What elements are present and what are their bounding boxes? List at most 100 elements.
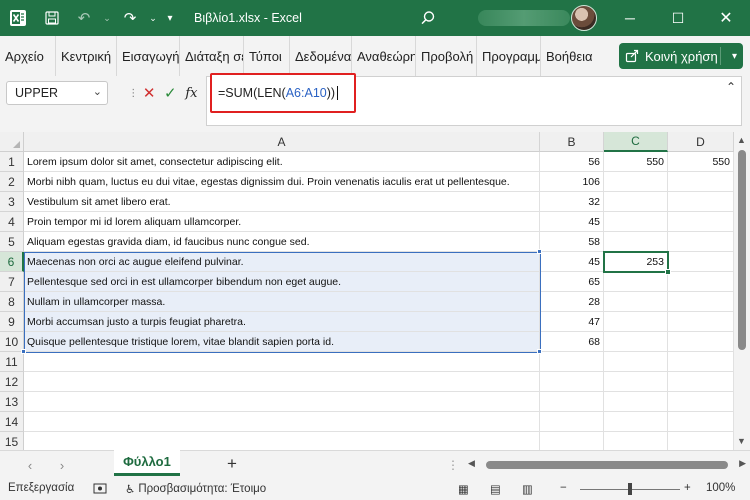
tab-insert[interactable]: Εισαγωγή: [117, 36, 180, 76]
formula-content[interactable]: =SUM(LEN(A6:A10)): [210, 73, 356, 113]
row-header[interactable]: 3: [0, 192, 24, 212]
zoom-level[interactable]: 100%: [706, 482, 735, 494]
row-header[interactable]: 11: [0, 352, 24, 372]
share-button[interactable]: Κοινή χρήση ▾: [619, 43, 743, 69]
page-break-view-icon[interactable]: ▥: [522, 482, 533, 496]
cell-b11[interactable]: [540, 352, 604, 372]
row-header[interactable]: 13: [0, 392, 24, 412]
row-header[interactable]: 9: [0, 312, 24, 332]
range-handle[interactable]: [537, 249, 542, 254]
column-header-a[interactable]: A: [24, 132, 540, 152]
vertical-scroll-thumb[interactable]: [738, 150, 746, 350]
cell-a3[interactable]: Vestibulum sit amet libero erat.: [24, 192, 540, 212]
save-icon[interactable]: [36, 0, 68, 36]
cell-a12[interactable]: [24, 372, 540, 392]
cell-c15[interactable]: [604, 432, 668, 450]
close-icon[interactable]: ✕: [702, 0, 750, 36]
cell-b2[interactable]: 106: [540, 172, 604, 192]
vertical-scrollbar[interactable]: ▲ ▼: [734, 132, 750, 450]
cell-a13[interactable]: [24, 392, 540, 412]
cell-d5[interactable]: [668, 232, 734, 252]
row-header[interactable]: 1: [0, 152, 24, 172]
undo-dropdown-icon[interactable]: ⌄: [100, 0, 114, 36]
cell-d12[interactable]: [668, 372, 734, 392]
cell-c8[interactable]: [604, 292, 668, 312]
horizontal-scrollbar[interactable]: ◀ ▶: [466, 457, 750, 473]
avatar[interactable]: [571, 5, 597, 31]
cell-d2[interactable]: [668, 172, 734, 192]
cell-a10[interactable]: Quisque pellentesque tristique lorem, vi…: [24, 332, 540, 352]
horizontal-scroll-thumb[interactable]: [486, 461, 728, 469]
cell-c14[interactable]: [604, 412, 668, 432]
tab-data[interactable]: Δεδομένα: [290, 36, 352, 76]
cell-c5[interactable]: [604, 232, 668, 252]
row-header[interactable]: 12: [0, 372, 24, 392]
cell-c12[interactable]: [604, 372, 668, 392]
cell-d6[interactable]: [668, 252, 734, 272]
enter-check-icon[interactable]: ✓: [160, 84, 181, 102]
cell-a7[interactable]: Pellentesque sed orci in est ullamcorper…: [24, 272, 540, 292]
cell-a8[interactable]: Nullam in ullamcorper massa.: [24, 292, 540, 312]
redo-dropdown-icon[interactable]: ⌄: [146, 0, 160, 36]
row-header[interactable]: 2: [0, 172, 24, 192]
cell-a4[interactable]: Proin tempor mi id lorem aliquam ullamco…: [24, 212, 540, 232]
fill-handle[interactable]: [665, 269, 671, 275]
maximize-icon[interactable]: ☐: [654, 0, 702, 36]
cell-a15[interactable]: [24, 432, 540, 450]
row-header[interactable]: 14: [0, 412, 24, 432]
chevron-left-icon[interactable]: ‹: [20, 455, 40, 475]
cell-b4[interactable]: 45: [540, 212, 604, 232]
tab-view[interactable]: Προβολή: [416, 36, 477, 76]
row-header[interactable]: 15: [0, 432, 24, 450]
cell-c11[interactable]: [604, 352, 668, 372]
cell-d7[interactable]: [668, 272, 734, 292]
zoom-in-icon[interactable]: +: [684, 482, 691, 494]
cell-a14[interactable]: [24, 412, 540, 432]
more-options-icon[interactable]: ⋮: [128, 88, 139, 99]
cell-d8[interactable]: [668, 292, 734, 312]
tab-developer[interactable]: Προγραμματιστής: [477, 36, 541, 76]
zoom-slider-thumb[interactable]: [628, 483, 632, 495]
cell-b3[interactable]: 32: [540, 192, 604, 212]
tab-help[interactable]: Βοήθεια: [541, 36, 603, 76]
scroll-up-icon[interactable]: ▲: [737, 135, 746, 145]
chevron-right-icon[interactable]: ›: [52, 455, 72, 475]
customize-quick-access-icon[interactable]: ▾: [160, 0, 180, 36]
cell-c9[interactable]: [604, 312, 668, 332]
normal-view-icon[interactable]: ▦: [458, 482, 469, 496]
tab-home[interactable]: Κεντρική: [56, 36, 117, 76]
row-header[interactable]: 4: [0, 212, 24, 232]
cell-d10[interactable]: [668, 332, 734, 352]
cell-d13[interactable]: [668, 392, 734, 412]
cell-b12[interactable]: [540, 372, 604, 392]
add-sheet-icon[interactable]: +: [222, 454, 242, 474]
cell-a2[interactable]: Morbi nibh quam, luctus eu dui vitae, eg…: [24, 172, 540, 192]
range-handle[interactable]: [21, 349, 26, 354]
sheet-tab-active[interactable]: Φύλλο1: [114, 450, 180, 476]
tab-formulas[interactable]: Τύποι: [244, 36, 290, 76]
tab-review[interactable]: Αναθεώρηση: [352, 36, 416, 76]
minimize-icon[interactable]: ─: [606, 0, 654, 36]
macro-record-icon[interactable]: [93, 482, 107, 494]
cell-b7[interactable]: 65: [540, 272, 604, 292]
zoom-out-icon[interactable]: −: [560, 482, 567, 494]
accessibility-status[interactable]: ♿︎ Προσβασιμότητα: Έτοιμο: [125, 482, 266, 496]
cell-b15[interactable]: [540, 432, 604, 450]
scroll-right-icon[interactable]: ▶: [739, 458, 746, 469]
cell-c6[interactable]: 253: [604, 252, 668, 272]
scroll-left-icon[interactable]: ◀: [468, 458, 475, 469]
select-all-button[interactable]: [0, 132, 24, 152]
cell-b9[interactable]: 47: [540, 312, 604, 332]
name-box[interactable]: UPPER ⌄: [6, 81, 108, 105]
cell-b1[interactable]: 56: [540, 152, 604, 172]
tab-split-handle-icon[interactable]: ⋮: [447, 458, 459, 472]
cell-c2[interactable]: [604, 172, 668, 192]
redo-icon[interactable]: ↷: [114, 0, 146, 36]
tab-page-layout[interactable]: Διάταξη σελίδας: [180, 36, 244, 76]
cell-d4[interactable]: [668, 212, 734, 232]
cell-d1[interactable]: 550: [668, 152, 734, 172]
row-header[interactable]: 7: [0, 272, 24, 292]
range-handle[interactable]: [537, 349, 542, 354]
search-icon[interactable]: [416, 6, 440, 30]
cell-a6[interactable]: Maecenas non orci ac augue eleifend pulv…: [24, 252, 540, 272]
